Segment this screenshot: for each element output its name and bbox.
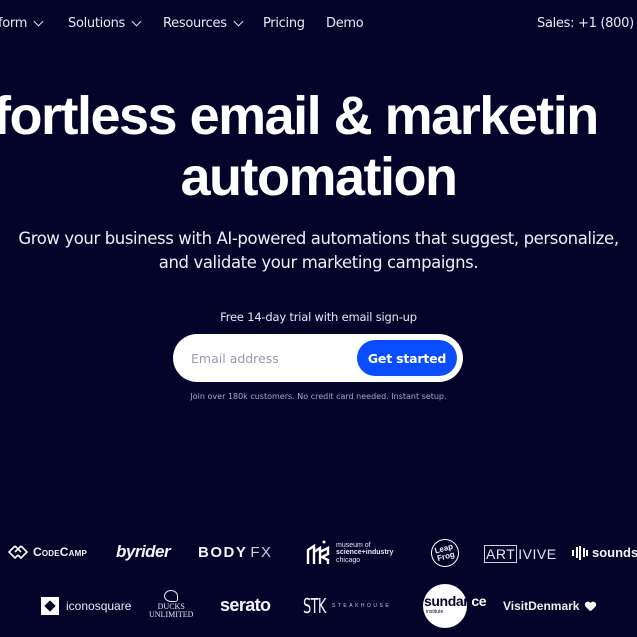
logo-byrider: byrider	[116, 542, 171, 561]
stk-subtitle: STEAKHOUSE	[332, 603, 392, 609]
iconosquare-icon	[41, 597, 59, 615]
logo-visitdenmark-text: VisitDenmark	[503, 599, 580, 613]
sundance-text-2: ce	[471, 593, 487, 609]
nav-solutions[interactable]: Solutions	[68, 16, 142, 31]
landing-page: form Solutions Resources Pricing Demo Sa…	[0, 0, 637, 637]
nav-demo-label: Demo	[326, 16, 364, 31]
signup-form: Get started	[173, 334, 463, 382]
logo-leapfrog: Leap Frog	[427, 535, 463, 571]
hero-headline-line1-text: fortless email & marketin	[0, 86, 599, 146]
msi-text-2: science+industry	[336, 549, 394, 557]
hero-headline-line2: automation	[180, 147, 459, 207]
logo-stk-steakhouse: STK STEAKHOUSE	[303, 594, 391, 618]
sales-phone-label: Sales: +1 (800) 35	[537, 16, 637, 31]
codecamp-icon	[8, 545, 28, 559]
hero-subhead-line2: and validate your marketing campaigns.	[158, 253, 479, 272]
duck-icon	[164, 590, 179, 602]
top-nav: form Solutions Resources Pricing Demo Sa…	[0, 0, 637, 50]
logo-bodyfx-fx: FX	[250, 544, 273, 561]
nav-platform[interactable]: form	[0, 16, 44, 31]
stk-mark: STK	[303, 594, 326, 618]
logo-iconosquare-text: iconosquare	[66, 599, 132, 613]
soundwave-icon	[572, 545, 588, 560]
nav-resources[interactable]: Resources	[163, 16, 244, 31]
chevron-down-icon	[33, 16, 44, 27]
email-input[interactable]	[173, 334, 353, 382]
logo-sundance-institute: sundance institute	[423, 584, 487, 628]
get-started-button[interactable]: Get started	[357, 340, 457, 376]
msi-icon	[306, 540, 330, 564]
heart-icon	[585, 602, 596, 611]
logo-sounds: sounds	[572, 545, 637, 560]
msi-text-3: chicago	[336, 556, 361, 564]
logo-museum-science-industry: museum of science+industry chicago	[306, 540, 393, 566]
hero-subhead-line1: Grow your business with AI-powered autom…	[18, 229, 619, 248]
artivive-ivive: IVIVE	[518, 546, 557, 562]
msi-text: museum of science+industry chicago	[336, 542, 393, 565]
chevron-down-icon	[131, 16, 142, 27]
logo-bodyfx: BODY FX	[198, 544, 273, 561]
logo-ducks-unlimited: DUCKS UNLIMITED	[149, 590, 193, 619]
logo-codecamp-text: CodeCamp	[33, 545, 88, 559]
logo-codecamp: CodeCamp	[8, 545, 87, 559]
sundance-subtitle: institute	[426, 609, 444, 615]
nav-platform-label: form	[0, 16, 28, 31]
logo-sounds-text: sounds	[592, 545, 637, 560]
chevron-down-icon	[233, 16, 244, 27]
logo-iconosquare: iconosquare	[41, 597, 131, 615]
ducks-text-2: UNLIMITED	[149, 610, 194, 619]
nav-pricing[interactable]: Pricing	[263, 16, 305, 31]
logo-visitdenmark: VisitDenmark	[503, 599, 596, 613]
trial-label: Free 14-day trial with email sign-up	[220, 310, 417, 324]
nav-resources-label: Resources	[163, 16, 227, 31]
logo-bodyfx-body: BODY	[198, 544, 248, 561]
sundance-text: sundance	[424, 593, 487, 609]
nav-demo[interactable]: Demo	[326, 16, 364, 31]
leapfrog-badge: Leap Frog	[427, 535, 463, 571]
sundance-text-1: sundan	[424, 593, 472, 609]
sales-phone-link[interactable]: Sales: +1 (800) 35	[537, 16, 637, 31]
nav-pricing-label: Pricing	[263, 16, 305, 31]
logo-artivive: ART IVIVE	[484, 545, 557, 563]
msi-text-1: museum of	[336, 541, 371, 549]
nav-solutions-label: Solutions	[68, 16, 126, 31]
signup-fineprint: Join over 180k customers. No credit card…	[190, 392, 447, 401]
artivive-art: ART	[484, 545, 518, 563]
logo-serato: serato	[220, 595, 271, 615]
